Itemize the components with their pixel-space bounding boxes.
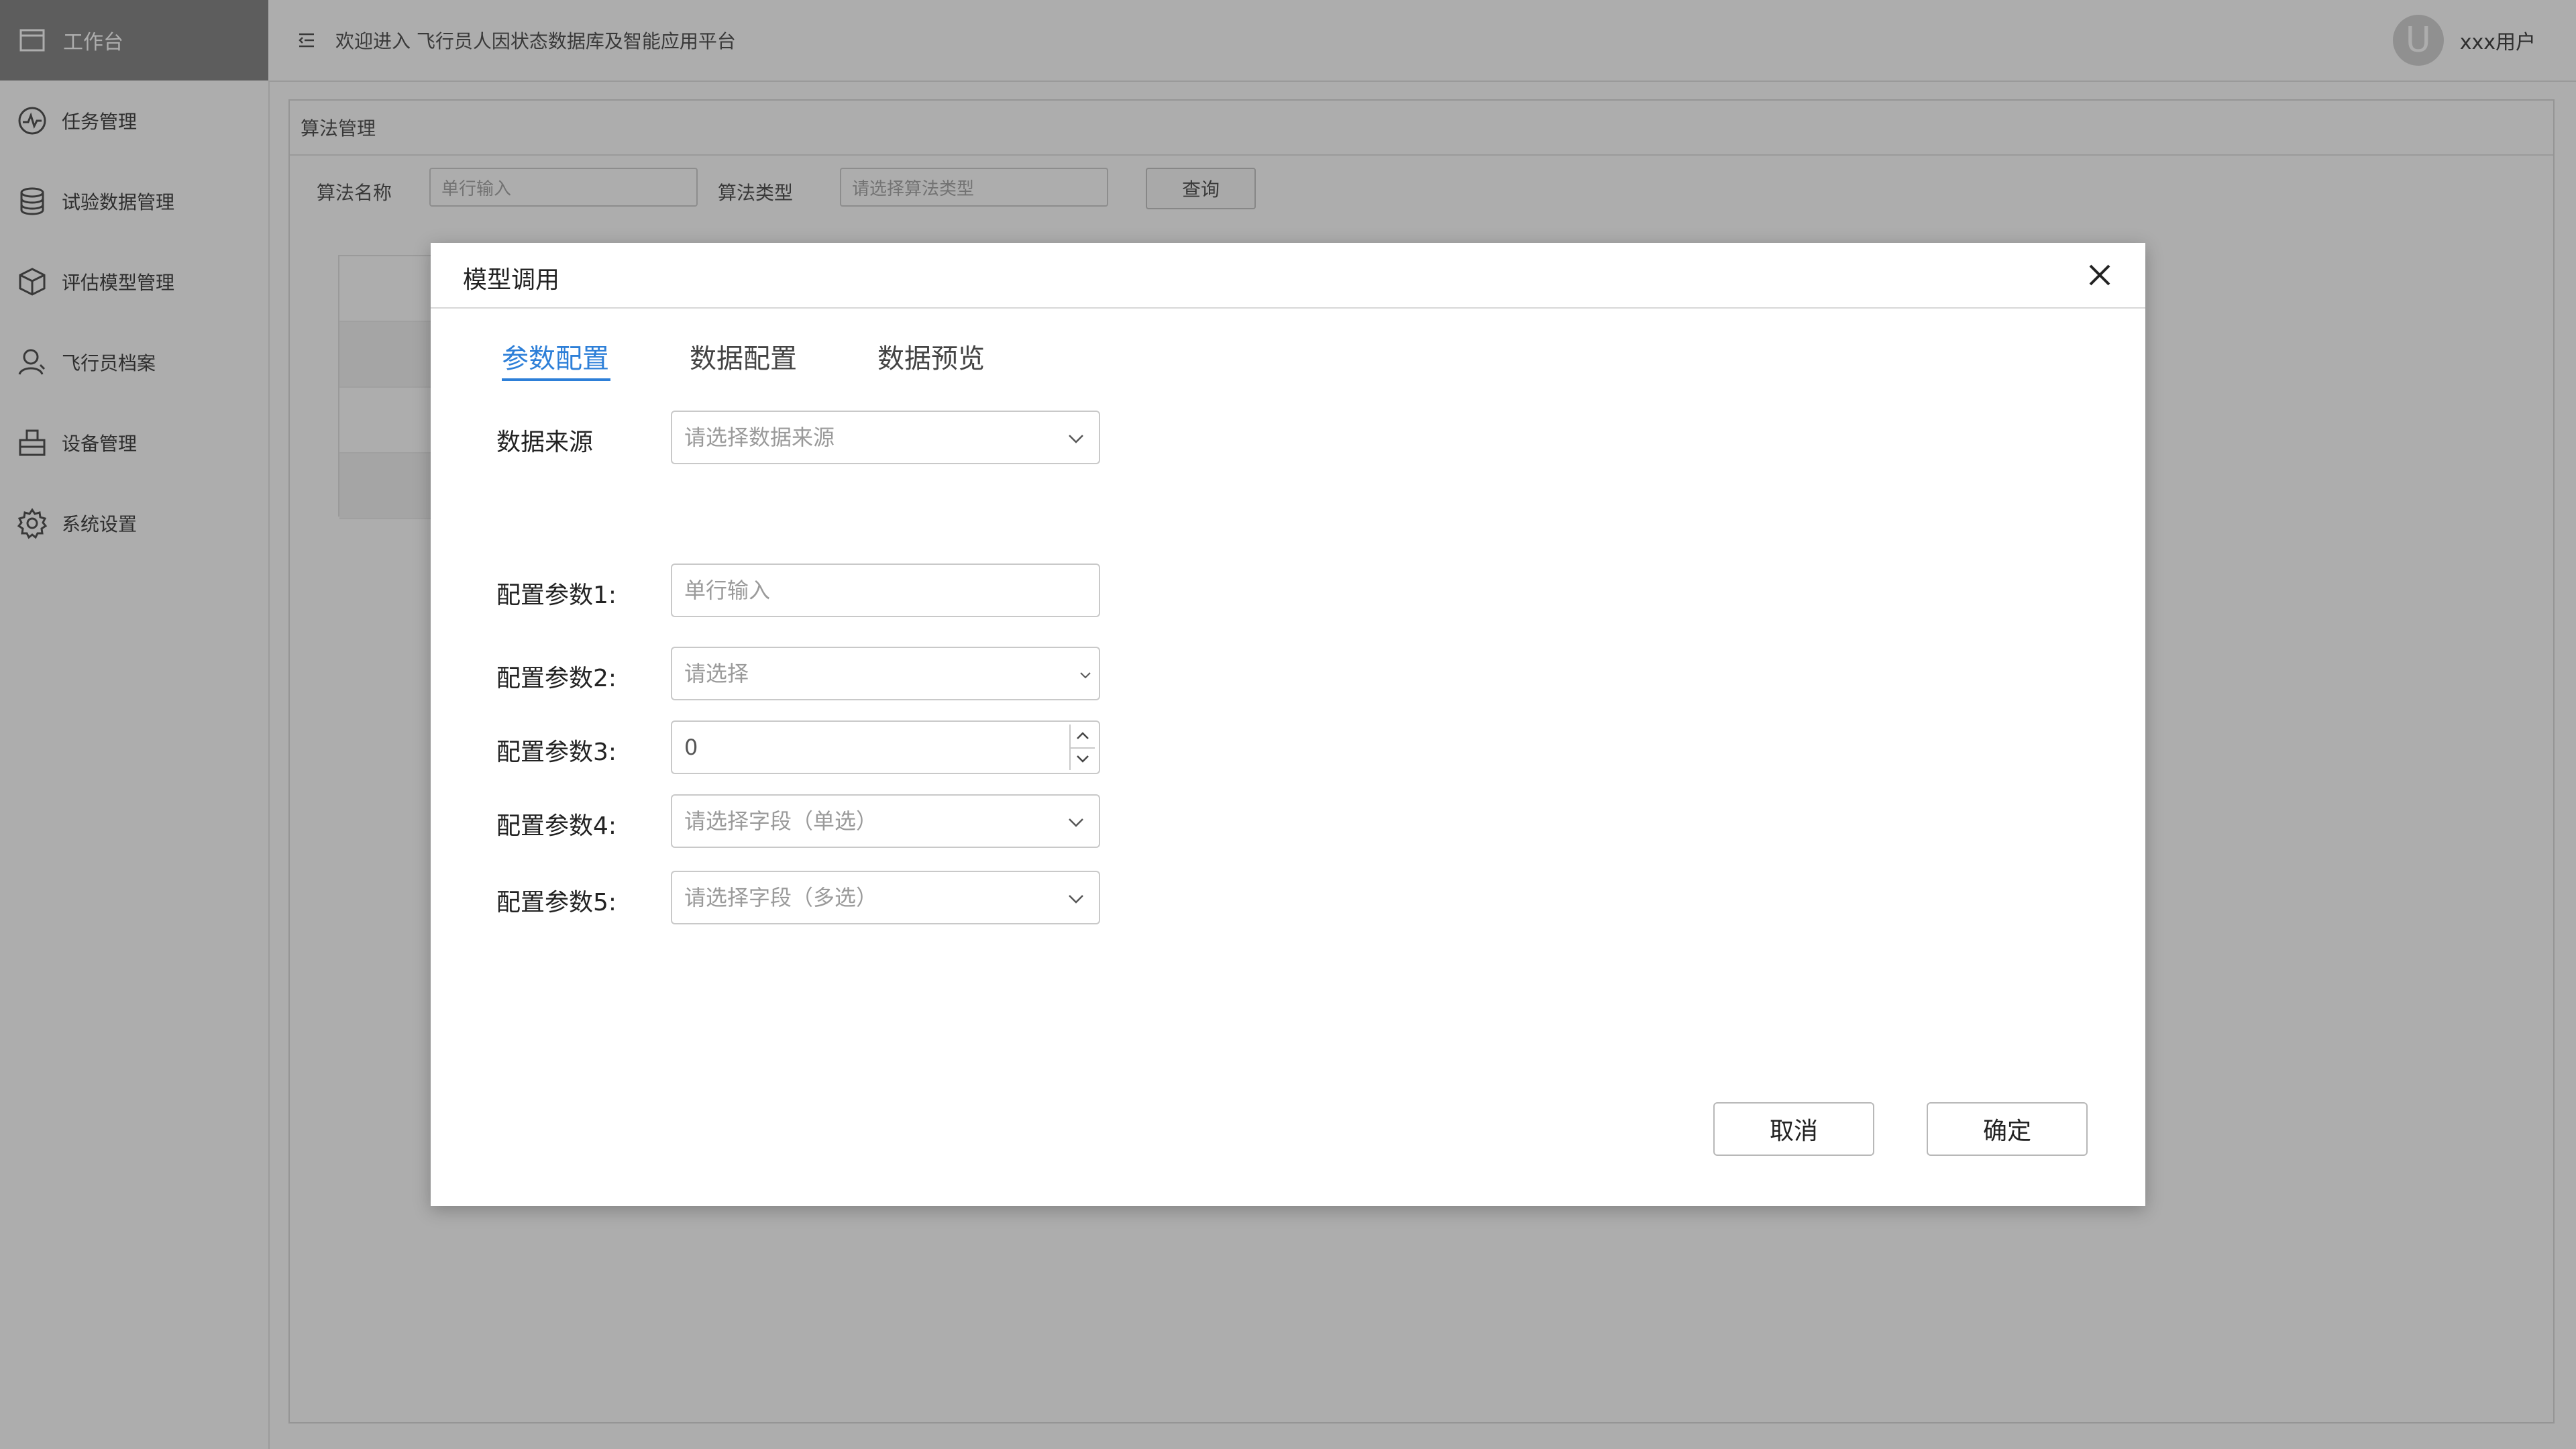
data-source-label: 数据来源 — [496, 429, 594, 456]
data-source-select[interactable]: 请选择数据来源 — [671, 411, 1100, 464]
chevron-down-icon — [1069, 435, 1083, 443]
chevron-down-icon — [1080, 672, 1091, 679]
dialog-header: 模型调用 — [431, 243, 2145, 309]
chevron-down-icon — [1069, 818, 1083, 827]
param5-label: 配置参数5: — [496, 889, 617, 916]
param1-field — [671, 564, 1100, 617]
param5-placeholder: 请选择字段（多选） — [684, 885, 878, 910]
confirm-button[interactable]: 确定 — [1927, 1102, 2088, 1156]
model-invoke-dialog: 模型调用 参数配置 数据配置 数据预览 数据来源 请选择数据来源 配置参数1: … — [431, 243, 2145, 1206]
data-source-placeholder: 请选择数据来源 — [684, 425, 835, 450]
active-tab-indicator — [502, 378, 610, 381]
increment-button[interactable] — [1071, 724, 1095, 749]
tab-data-config[interactable]: 数据配置 — [690, 337, 797, 376]
close-icon[interactable] — [2085, 260, 2114, 290]
param4-placeholder: 请选择字段（单选） — [684, 808, 878, 834]
cancel-button[interactable]: 取消 — [1713, 1102, 1874, 1156]
param2-label: 配置参数2: — [496, 665, 617, 692]
param1-label: 配置参数1: — [496, 582, 617, 609]
param1-input[interactable] — [672, 565, 1099, 616]
param2-select[interactable]: 请选择 — [671, 647, 1100, 700]
param5-select[interactable]: 请选择字段（多选） — [671, 871, 1100, 924]
tab-param-config[interactable]: 参数配置 — [502, 337, 609, 376]
param2-placeholder: 请选择 — [684, 661, 749, 686]
chevron-down-icon — [1069, 895, 1083, 904]
param3-label: 配置参数3: — [496, 739, 617, 766]
param3-value[interactable]: 0 — [684, 722, 698, 773]
param4-select[interactable]: 请选择字段（单选） — [671, 794, 1100, 848]
chevron-up-icon — [1077, 732, 1089, 739]
param4-label: 配置参数4: — [496, 812, 617, 840]
tab-data-preview[interactable]: 数据预览 — [877, 337, 985, 376]
param3-number-field: 0 — [671, 720, 1100, 774]
chevron-down-icon — [1077, 755, 1089, 763]
dialog-title: 模型调用 — [463, 266, 560, 294]
param3-stepper — [1069, 724, 1095, 770]
decrement-button[interactable] — [1071, 747, 1095, 770]
